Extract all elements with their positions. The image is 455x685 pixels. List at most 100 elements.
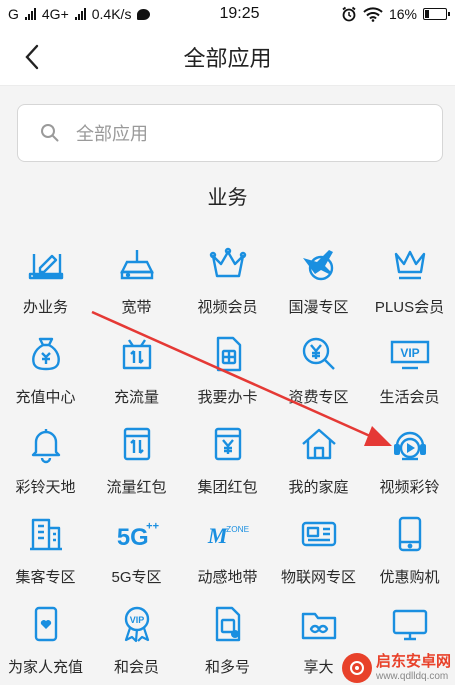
- app-label: 资费专区: [288, 389, 349, 406]
- section-title: 业务: [207, 187, 248, 209]
- app-handle-business[interactable]: 办业务: [0, 236, 91, 324]
- back-button[interactable]: [18, 43, 46, 71]
- app-label: 充值中心: [15, 389, 76, 406]
- app-label: 宽带: [121, 299, 152, 316]
- watermark-logo-icon: [341, 653, 372, 683]
- svg-text:VIP: VIP: [400, 346, 419, 360]
- mzone-icon: M ZONE: [206, 512, 250, 556]
- app-video-ringtone[interactable]: 视频彩铃: [364, 416, 455, 504]
- app-label: 我要办卡: [197, 389, 258, 406]
- app-life-member[interactable]: VIP 生活会员: [364, 326, 455, 414]
- app-row: 彩铃天地 流量红包 集团红包 我的家庭 视频彩铃: [0, 416, 455, 504]
- money-bag-icon: [24, 332, 68, 376]
- app-label: 集客专区: [15, 569, 76, 586]
- app-discount-phone[interactable]: 优惠购机: [364, 506, 455, 594]
- app-data-redpacket[interactable]: 流量红包: [91, 416, 182, 504]
- crown-icon: [206, 242, 250, 286]
- app-ringtone[interactable]: 彩铃天地: [0, 416, 91, 504]
- page-title: 全部应用: [183, 45, 272, 71]
- app-label: 视频会员: [197, 299, 258, 316]
- status-bar: G 4G+ 0.4K/s 19:25 16%: [0, 0, 455, 28]
- app-label: 为家人充值: [7, 659, 83, 676]
- search-input[interactable]: 全部应用: [17, 104, 443, 162]
- search-icon: [41, 124, 59, 142]
- app-label: PLUS会员: [374, 299, 445, 316]
- bell-icon: [24, 422, 68, 466]
- buildings-icon: [24, 512, 68, 556]
- app-video-member[interactable]: 视频会员: [182, 236, 273, 324]
- app-he-member[interactable]: VIP 和会员: [91, 596, 182, 684]
- svg-text:ZONE: ZONE: [226, 525, 249, 534]
- chevron-left-icon: [25, 44, 39, 70]
- app-row: 办业务 宽带 视频会员 国漫专区 PLUS会员: [0, 236, 455, 324]
- watermark-text: 启东安卓网 www.qdlldq.com: [376, 654, 451, 682]
- app-label: 享大: [303, 659, 334, 676]
- house-icon: [297, 422, 341, 466]
- vip-badge-icon: VIP: [388, 332, 432, 376]
- sim-card-icon: [206, 332, 250, 376]
- app-label: 视频彩铃: [379, 479, 440, 496]
- app-label: 集团红包: [197, 479, 258, 496]
- battery-percent: 16%: [388, 6, 417, 22]
- video-ringtone-icon: [388, 422, 432, 466]
- svg-text:5G: 5G: [116, 524, 148, 551]
- nav-bar: 全部应用: [0, 28, 455, 86]
- watermark: 启东安卓网 www.qdlldq.com: [341, 653, 451, 683]
- multi-sim-icon: [206, 602, 250, 646]
- app-label: 办业务: [22, 299, 68, 316]
- wifi-icon: [363, 6, 383, 22]
- app-label: 彩铃天地: [15, 479, 76, 496]
- app-enterprise-zone[interactable]: 集客专区: [0, 506, 91, 594]
- status-right: 16%: [341, 6, 450, 22]
- alarm-icon: [342, 6, 356, 22]
- data-gift-icon: [115, 332, 159, 376]
- svg-text:++: ++: [146, 520, 159, 532]
- phone-icon: [388, 512, 432, 556]
- plus-crown-icon: [388, 242, 432, 286]
- network-speed: 0.4K/s: [91, 6, 132, 22]
- svg-text:VIP: VIP: [129, 615, 144, 625]
- monitor-icon: [388, 602, 432, 646]
- app-row: 集客专区 5G ++ 5G专区 M ZONE 动感地带 物联网专区 优惠购机: [0, 506, 455, 594]
- app-buy-data[interactable]: 充流量: [91, 326, 182, 414]
- app-label: 和会员: [113, 659, 159, 676]
- app-broadband[interactable]: 宽带: [91, 236, 182, 324]
- folder-icon: [297, 602, 341, 646]
- clock: 19:25: [219, 5, 260, 22]
- app-international[interactable]: 国漫专区: [273, 236, 364, 324]
- app-5g-zone[interactable]: 5G ++ 5G专区: [91, 506, 182, 594]
- data-envelope-icon: [115, 422, 159, 466]
- globe-plane-icon: [297, 242, 341, 286]
- app-iot-zone[interactable]: 物联网专区: [273, 506, 364, 594]
- app-multi-number[interactable]: 和多号: [182, 596, 273, 684]
- app-label: 国漫专区: [288, 299, 349, 316]
- iot-card-icon: [297, 512, 341, 556]
- app-plus-member[interactable]: PLUS会员: [364, 236, 455, 324]
- app-recharge-center[interactable]: 充值中心: [0, 326, 91, 414]
- app-label: 优惠购机: [379, 569, 440, 586]
- signal-icon: [24, 8, 36, 20]
- signal-icon-2: [74, 8, 86, 20]
- app-label: 生活会员: [379, 389, 440, 406]
- yuan-search-icon: [297, 332, 341, 376]
- battery-icon: [423, 8, 450, 20]
- app-group-redpacket[interactable]: 集团红包: [182, 416, 273, 504]
- app-row: 充值中心 充流量 我要办卡 资费专区 VIP 生活会员: [0, 326, 455, 414]
- network-label: 4G+: [41, 6, 69, 22]
- handle-business-icon: [24, 242, 68, 286]
- app-label: 动感地带: [197, 569, 258, 586]
- app-family-recharge[interactable]: 为家人充值: [0, 596, 91, 684]
- router-icon: [115, 242, 159, 286]
- app-get-sim[interactable]: 我要办卡: [182, 326, 273, 414]
- search-placeholder: 全部应用: [76, 124, 148, 144]
- app-label: 和多号: [204, 659, 250, 676]
- watermark-url: www.qdlldq.com: [375, 670, 449, 682]
- app-label: 物联网专区: [280, 569, 356, 586]
- carrier-label: G: [8, 6, 19, 22]
- app-label: 我的家庭: [288, 479, 349, 496]
- app-my-family[interactable]: 我的家庭: [273, 416, 364, 504]
- yuan-envelope-icon: [206, 422, 250, 466]
- app-mzone[interactable]: M ZONE 动感地带: [182, 506, 273, 594]
- heart-phone-icon: [24, 602, 68, 646]
- app-tariff-zone[interactable]: 资费专区: [273, 326, 364, 414]
